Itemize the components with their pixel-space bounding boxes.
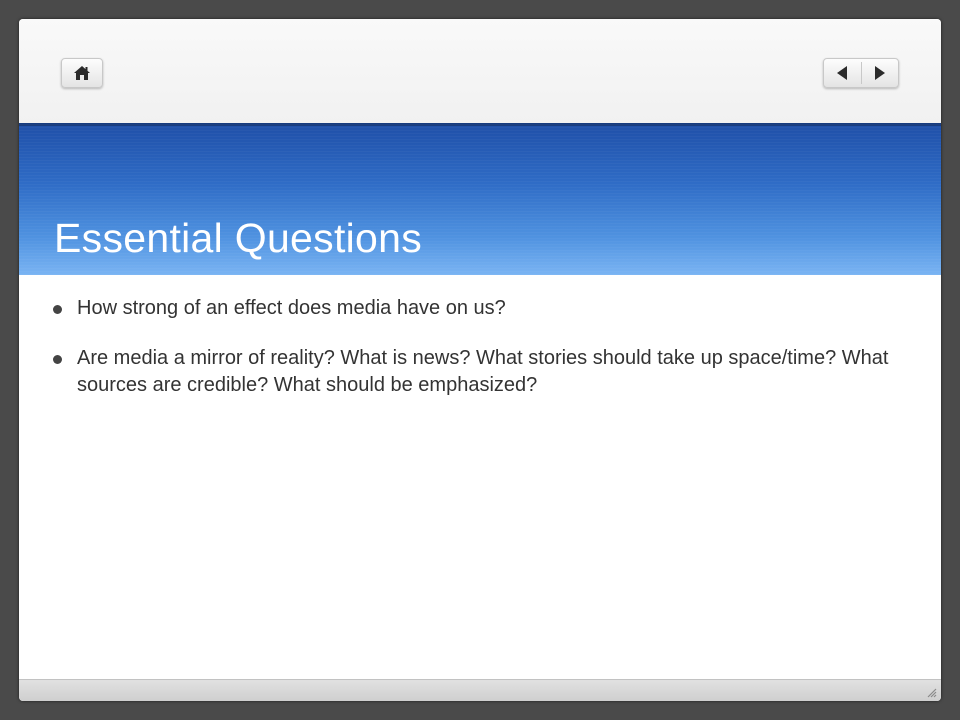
- bullet-item: How strong of an effect does media have …: [53, 295, 903, 322]
- top-navigation-bar: [19, 19, 941, 123]
- bullet-text: How strong of an effect does media have …: [77, 297, 506, 319]
- bullet-text: Are media a mirror of reality? What is n…: [77, 347, 889, 396]
- slide-title: Essential Questions: [54, 215, 423, 261]
- triangle-left-icon: [837, 66, 848, 80]
- home-button[interactable]: [61, 58, 103, 88]
- bullet-dot: [53, 355, 62, 364]
- slide: Essential Questions How strong of an eff…: [19, 19, 941, 701]
- resize-grip-icon[interactable]: [925, 686, 937, 698]
- bottom-status-bar: [19, 679, 941, 701]
- previous-slide-button[interactable]: [824, 59, 861, 87]
- bullet-dot: [53, 305, 62, 314]
- triangle-right-icon: [874, 66, 885, 80]
- bullet-list: How strong of an effect does media have …: [53, 295, 903, 399]
- next-slide-button[interactable]: [861, 59, 898, 87]
- slide-navigation-arrows: [823, 58, 899, 88]
- bullet-item: Are media a mirror of reality? What is n…: [53, 345, 903, 399]
- home-icon: [74, 66, 90, 80]
